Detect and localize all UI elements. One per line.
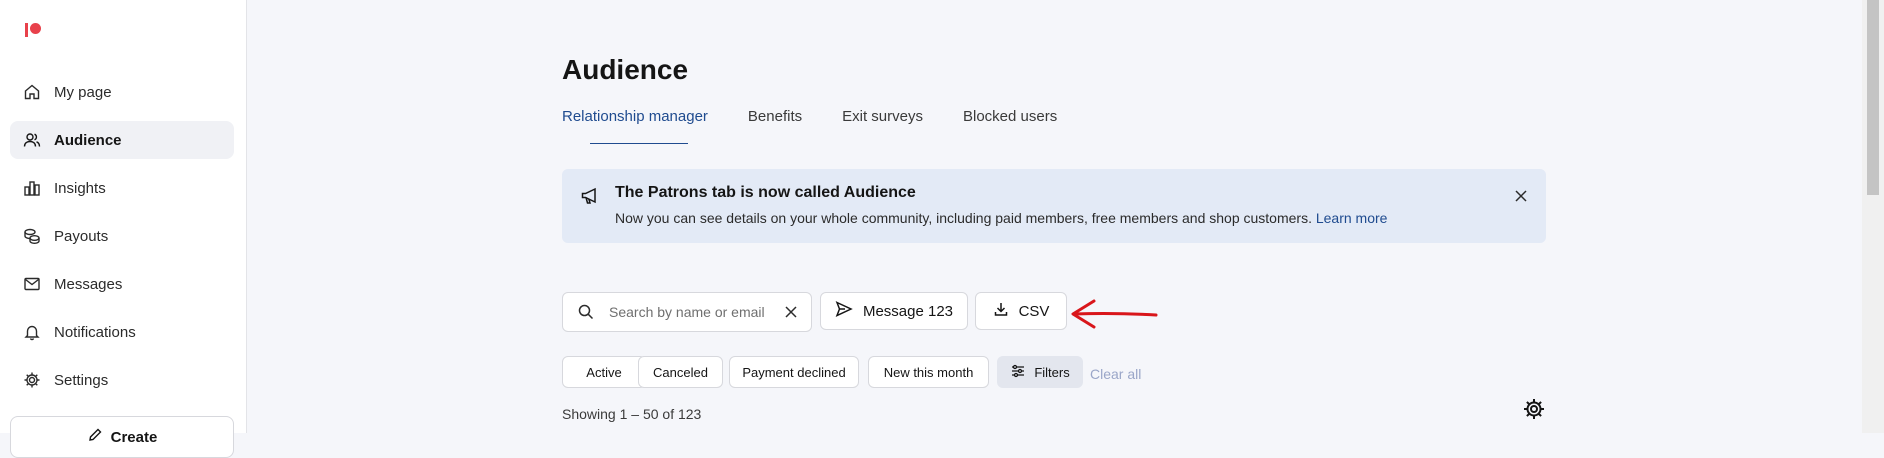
table-settings-gear-icon[interactable] [1522,397,1546,421]
scrollbar-thumb[interactable] [1867,0,1879,195]
results-count: Showing 1 – 50 of 123 [562,406,702,422]
gear-icon [22,370,42,390]
coins-icon [22,226,42,246]
message-label: Message 123 [862,302,954,320]
download-icon [993,301,1009,321]
annotation-arrow-icon [1071,299,1158,329]
clear-search-icon[interactable] [781,302,801,322]
sidebar-item-audience[interactable]: Audience [10,121,234,159]
csv-download-button[interactable]: CSV [975,292,1067,330]
pencil-icon [87,427,103,447]
message-button[interactable]: Message 123 [820,292,968,330]
filter-chip-payment-declined[interactable]: Payment declined [729,356,859,388]
filter-chip-active[interactable]: Active [562,356,646,388]
bell-icon [22,322,42,342]
csv-label: CSV [1018,302,1050,320]
create-label: Create [110,428,158,446]
sidebar-item-messages[interactable]: Messages [10,265,234,303]
create-button[interactable]: Create [10,416,234,458]
search-icon [577,303,595,321]
sliders-icon [1010,363,1026,382]
megaphone-icon [580,186,600,206]
close-icon[interactable] [1510,185,1532,207]
sidebar-item-notifications[interactable]: Notifications [10,313,234,351]
sidebar-item-label: Insights [54,179,106,197]
sidebar-item-payouts[interactable]: Payouts [10,217,234,255]
sidebar-item-label: Audience [54,131,122,149]
banner-text: Now you can see details on your whole co… [615,210,1312,226]
tab-bar: Relationship manager Benefits Exit surve… [562,108,1097,144]
sidebar-item-my-page[interactable]: My page [10,73,234,111]
banner-body: Now you can see details on your whole co… [615,210,1387,226]
clear-all-link[interactable]: Clear all [1090,366,1141,382]
sidebar-item-label: Notifications [54,323,136,341]
filter-chip-new-this-month[interactable]: New this month [868,356,989,388]
sidebar: My page Audience Insights Payouts Messag… [0,0,247,458]
tab-relationship-manager[interactable]: Relationship manager [562,108,708,144]
filter-chip-canceled[interactable]: Canceled [638,356,723,388]
tab-benefits[interactable]: Benefits [748,108,802,140]
learn-more-link[interactable]: Learn more [1316,210,1388,226]
home-icon [22,82,42,102]
users-icon [22,130,42,150]
sidebar-item-settings[interactable]: Settings [10,361,234,399]
tab-exit-surveys[interactable]: Exit surveys [842,108,923,140]
banner-title: The Patrons tab is now called Audience [615,184,916,201]
filters-label: Filters [1034,364,1070,380]
patreon-logo[interactable] [24,20,44,40]
page-title: Audience [562,54,689,85]
sidebar-item-label: Payouts [54,227,109,245]
bar-chart-icon [22,178,42,198]
filters-button[interactable]: Filters [997,356,1083,388]
sidebar-item-insights[interactable]: Insights [10,169,234,207]
sidebar-item-label: My page [54,83,112,101]
search-input-container [562,292,812,332]
info-banner: The Patrons tab is now called Audience N… [562,169,1546,243]
tab-blocked-users[interactable]: Blocked users [963,108,1057,140]
send-icon [835,300,853,322]
mail-icon [22,274,42,294]
sidebar-item-label: Settings [54,371,109,389]
page-scrollbar[interactable] [1862,0,1884,433]
sidebar-item-label: Messages [54,275,123,293]
search-input[interactable] [607,293,776,331]
